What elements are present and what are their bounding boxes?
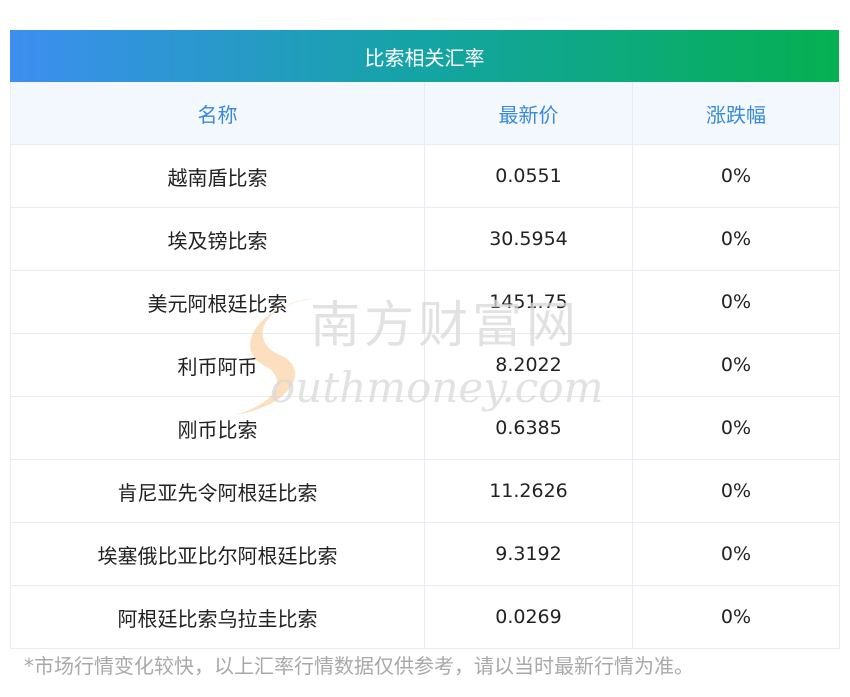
table-row: 刚币比索 0.6385 0% (10, 396, 840, 460)
table-row: 阿根廷比索乌拉圭比索 0.0269 0% (10, 585, 840, 649)
cell-change: 0% (632, 270, 840, 334)
cell-price: 30.5954 (424, 207, 633, 271)
cell-price: 0.0551 (424, 144, 633, 208)
table-row: 利币阿币 8.2022 0% (10, 333, 840, 397)
cell-name: 阿根廷比索乌拉圭比索 (10, 585, 425, 649)
cell-change: 0% (632, 522, 840, 586)
rate-panel: 比索相关汇率 名称 最新价 涨跌幅 越南盾比索 0.0551 0% 埃及镑比索 … (10, 30, 840, 649)
cell-name: 埃及镑比索 (10, 207, 425, 271)
table-title: 比索相关汇率 (10, 30, 839, 82)
cell-name: 刚币比索 (10, 396, 425, 460)
cell-change: 0% (632, 459, 840, 523)
cell-change: 0% (632, 144, 840, 208)
cell-price: 1451.75 (424, 270, 633, 334)
cell-name: 肯尼亚先令阿根廷比索 (10, 459, 425, 523)
table-row: 埃及镑比索 30.5954 0% (10, 207, 840, 271)
cell-change: 0% (632, 207, 840, 271)
table-row: 美元阿根廷比索 1451.75 0% (10, 270, 840, 334)
table-header-row: 名称 最新价 涨跌幅 (10, 82, 840, 145)
header-change: 涨跌幅 (632, 82, 840, 145)
cell-name: 越南盾比索 (10, 144, 425, 208)
cell-price: 8.2022 (424, 333, 633, 397)
cell-price: 0.0269 (424, 585, 633, 649)
table-row: 埃塞俄比亚比尔阿根廷比索 9.3192 0% (10, 522, 840, 586)
cell-price: 0.6385 (424, 396, 633, 460)
cell-name: 埃塞俄比亚比尔阿根廷比索 (10, 522, 425, 586)
cell-name: 美元阿根廷比索 (10, 270, 425, 334)
footnote: *市场行情变化较快，以上汇率行情数据仅供参考，请以当时最新行情为准。 (24, 654, 694, 678)
cell-change: 0% (632, 333, 840, 397)
cell-price: 11.2626 (424, 459, 633, 523)
cell-price: 9.3192 (424, 522, 633, 586)
cell-name: 利币阿币 (10, 333, 425, 397)
cell-change: 0% (632, 585, 840, 649)
table-row: 肯尼亚先令阿根廷比索 11.2626 0% (10, 459, 840, 523)
table-row: 越南盾比索 0.0551 0% (10, 144, 840, 208)
header-price: 最新价 (424, 82, 633, 145)
cell-change: 0% (632, 396, 840, 460)
rate-table: 名称 最新价 涨跌幅 越南盾比索 0.0551 0% 埃及镑比索 30.5954… (10, 82, 840, 649)
header-name: 名称 (10, 82, 425, 145)
